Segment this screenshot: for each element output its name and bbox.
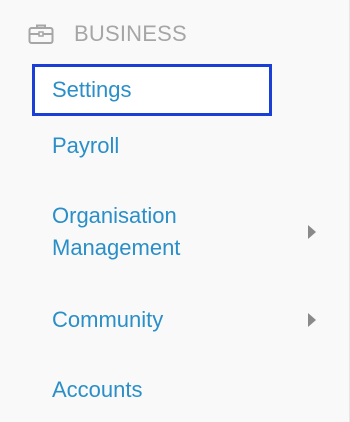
nav-item-community[interactable]: Community <box>52 304 322 336</box>
nav-item-label-line1: Organisation <box>52 203 177 228</box>
nav-item-payroll[interactable]: Payroll <box>52 130 322 162</box>
section-header-business: BUSINESS <box>28 20 187 48</box>
nav-item-label: Payroll <box>52 133 120 158</box>
chevron-right-icon <box>308 313 316 327</box>
nav-item-organisation-management[interactable]: Organisation Management <box>52 200 322 264</box>
nav-item-label: Community <box>52 307 164 332</box>
nav-item-settings[interactable]: Settings <box>32 64 272 116</box>
nav-item-label: Accounts <box>52 377 143 402</box>
section-title: BUSINESS <box>74 21 187 46</box>
chevron-right-icon <box>308 225 316 239</box>
briefcase-icon <box>28 22 56 46</box>
nav-item-label-line2: Management <box>52 235 181 260</box>
nav-item-label: Settings <box>52 77 132 102</box>
nav-item-accounts[interactable]: Accounts <box>52 374 322 406</box>
